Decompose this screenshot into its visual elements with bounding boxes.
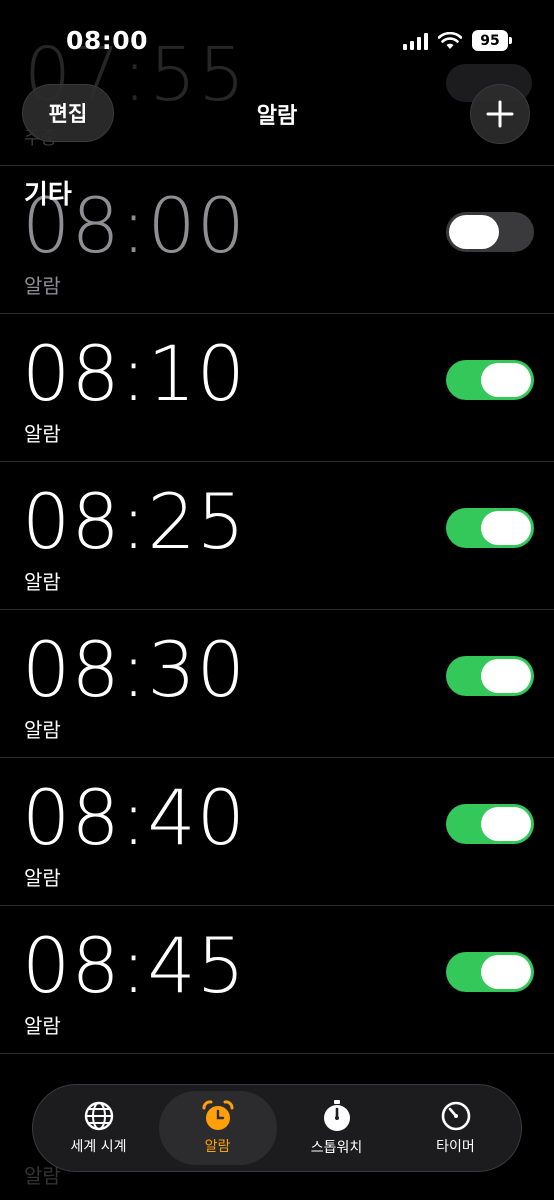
alarm-list: 08:00 알람 08:10 알람 08:25 알람 08:30 알람 08:4…	[0, 165, 554, 1113]
alarm-label: 알람	[24, 718, 61, 742]
tab-label: 스톱워치	[310, 1140, 363, 1156]
alarm-time: 08:45	[22, 921, 247, 1010]
alarm-time: 08:25	[22, 477, 247, 566]
alarm-row[interactable]: 08:25 알람	[0, 461, 554, 609]
toggle-knob	[481, 955, 531, 989]
alarm-label: 알람	[24, 1014, 61, 1038]
alarm-toggle[interactable]	[446, 952, 534, 992]
tab-alarm[interactable]: 알람	[158, 1091, 277, 1165]
alarm-label: 알람	[24, 422, 61, 446]
wifi-icon	[438, 31, 462, 49]
alarm-label: 알람	[24, 570, 61, 594]
alarm-label: 알람	[24, 274, 61, 298]
status-time: 08:00	[66, 26, 149, 55]
alarm-toggle[interactable]	[446, 656, 534, 696]
alarm-toggle[interactable]	[446, 508, 534, 548]
alarm-row[interactable]: 08:10 알람	[0, 313, 554, 461]
alarm-toggle[interactable]	[446, 804, 534, 844]
navigation-bar: 편집 알람	[0, 84, 554, 144]
alarm-time: 08:30	[22, 625, 247, 714]
alarm-time: 08:40	[22, 773, 247, 862]
status-bar: 08:00 95	[0, 0, 554, 80]
battery-indicator: 95	[472, 30, 512, 51]
alarm-label: 알람	[24, 866, 61, 890]
globe-icon	[84, 1101, 113, 1131]
cellular-signal-icon	[403, 32, 428, 50]
alarm-row[interactable]: 08:30 알람	[0, 609, 554, 757]
tab-label: 타이머	[436, 1139, 475, 1155]
tab-label: 세계 시계	[70, 1139, 127, 1155]
toggle-knob	[481, 363, 531, 397]
toggle-knob	[481, 511, 531, 545]
alarm-clock-icon	[201, 1100, 234, 1130]
timer-icon	[441, 1101, 470, 1131]
alarm-time: 08:10	[22, 329, 247, 418]
tab-stopwatch[interactable]: 스톱워치	[278, 1091, 396, 1165]
toggle-knob	[449, 215, 499, 249]
tab-world-clock[interactable]: 세계 시계	[40, 1091, 158, 1165]
plus-icon	[486, 100, 514, 128]
toggle-knob	[481, 807, 531, 841]
alarm-row[interactable]: 08:00 알람	[0, 165, 554, 313]
stopwatch-icon	[323, 1100, 350, 1131]
alarm-row[interactable]: 08:40 알람	[0, 757, 554, 905]
tab-label: 알람	[204, 1139, 231, 1155]
toggle-knob	[481, 659, 531, 693]
add-alarm-button[interactable]	[470, 84, 530, 144]
alarm-toggle[interactable]	[446, 212, 534, 252]
alarm-toggle[interactable]	[446, 360, 534, 400]
alarm-row[interactable]: 08:45 알람	[0, 905, 554, 1053]
section-header: 기타	[24, 180, 72, 210]
status-icons: 95	[403, 30, 512, 51]
tab-bar: 세계 시계 알람 스톱워치 타이머	[32, 1084, 522, 1172]
tab-timer[interactable]: 타이머	[397, 1091, 515, 1165]
